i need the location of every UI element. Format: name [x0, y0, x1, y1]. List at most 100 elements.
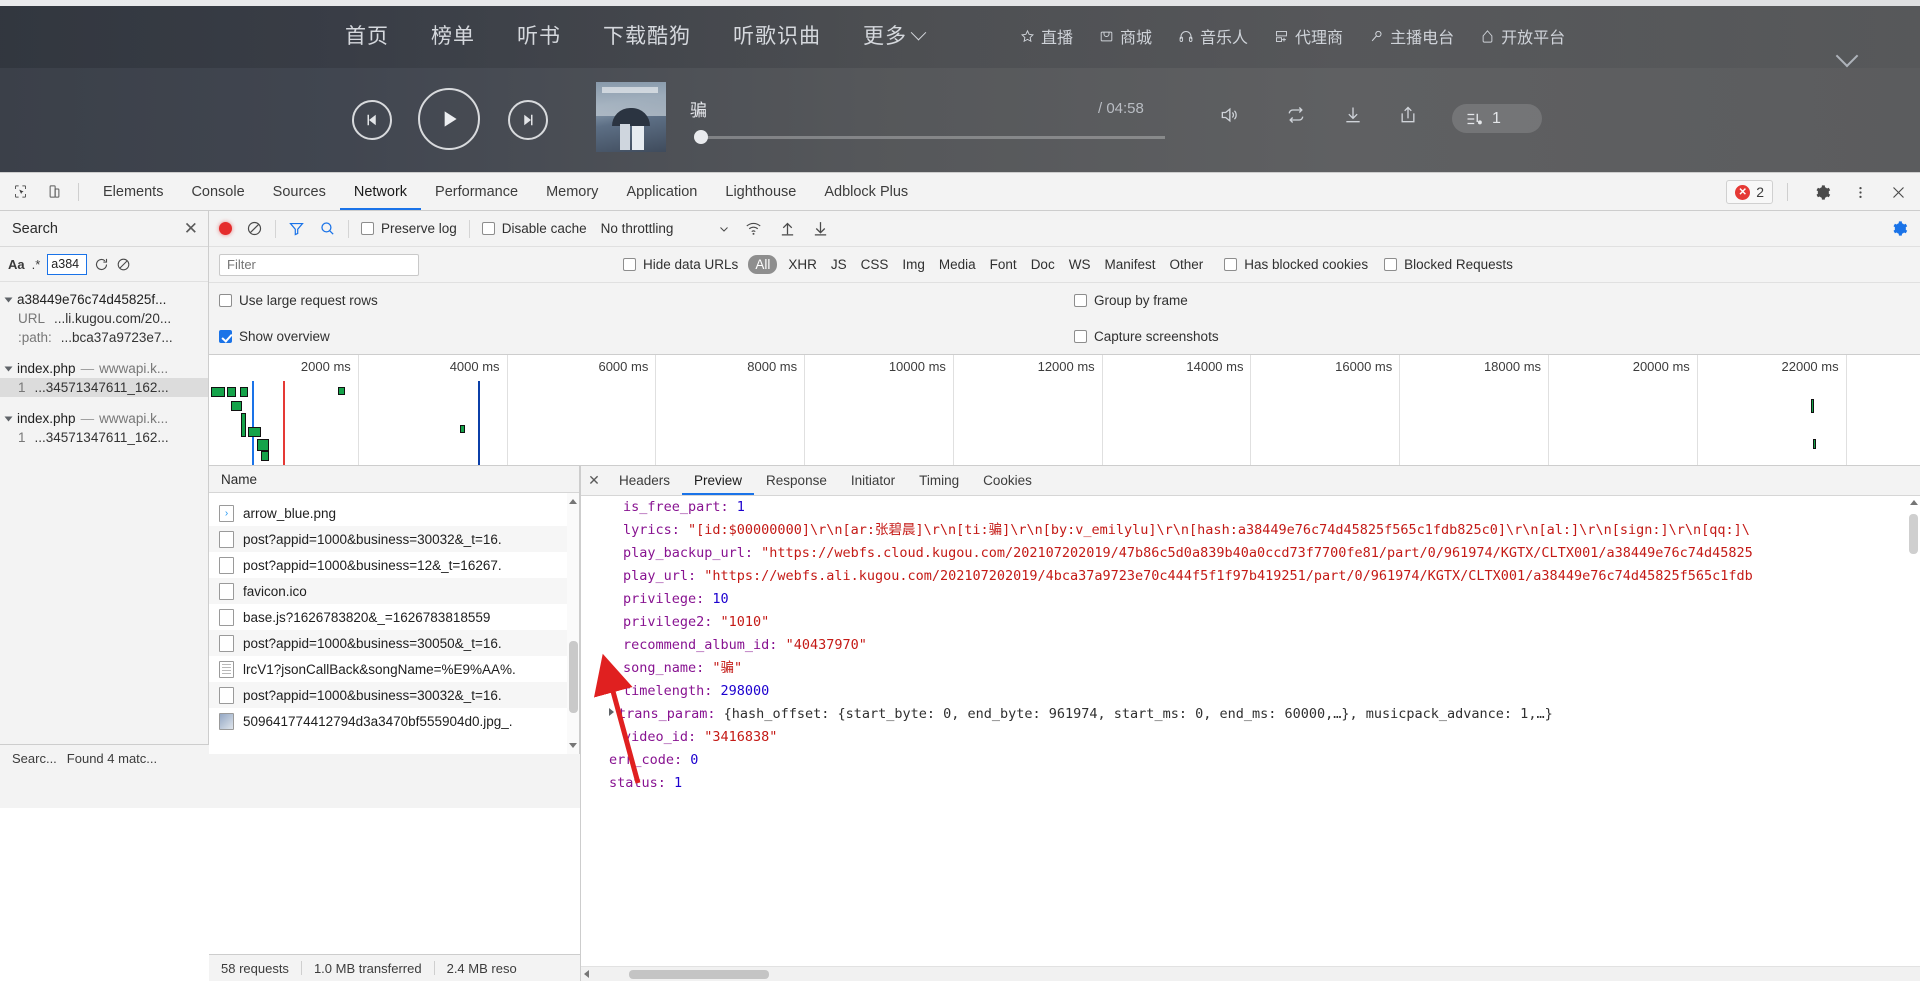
detail-tab-initiator[interactable]: Initiator [839, 466, 907, 495]
scroll-up-arrow-icon[interactable] [569, 499, 577, 504]
album-cover[interactable] [596, 82, 666, 152]
export-har-icon[interactable] [812, 220, 829, 237]
detail-tab-cookies[interactable]: Cookies [971, 466, 1044, 495]
detail-tab-timing[interactable]: Timing [907, 466, 971, 495]
use-large-rows-checkbox[interactable]: Use large request rows [219, 293, 378, 308]
network-settings-button[interactable] [1891, 220, 1908, 240]
filter-type-ws[interactable]: WS [1062, 255, 1098, 274]
filter-type-css[interactable]: CSS [854, 255, 896, 274]
filter-type-img[interactable]: Img [895, 255, 932, 274]
play-button[interactable] [418, 88, 480, 150]
request-row[interactable]: 509641774412794d3a3470bf555904d0.jpg_. [209, 708, 568, 734]
tab-adblock-plus[interactable]: Adblock Plus [810, 173, 922, 210]
record-button[interactable] [219, 222, 232, 235]
filter-type-manifest[interactable]: Manifest [1097, 255, 1162, 274]
filter-type-all[interactable]: All [748, 255, 778, 274]
disable-cache-checkbox[interactable]: Disable cache [481, 221, 587, 236]
nav-item-song-recognition[interactable]: 听歌识曲 [733, 20, 821, 50]
next-track-button[interactable] [508, 100, 548, 140]
error-count-badge[interactable]: ✕ 2 [1726, 180, 1773, 204]
nav-item-more[interactable]: 更多 [863, 20, 927, 50]
tab-performance[interactable]: Performance [421, 173, 532, 210]
requests-column-header[interactable]: Name [209, 466, 579, 493]
filter-type-doc[interactable]: Doc [1024, 255, 1062, 274]
detail-tab-headers[interactable]: Headers [607, 466, 682, 495]
requests-scrollbar[interactable] [567, 493, 579, 754]
filter-type-js[interactable]: JS [824, 255, 854, 274]
scrollbar-thumb[interactable] [569, 641, 578, 713]
inspect-element-button[interactable] [6, 178, 34, 206]
request-row[interactable]: base.js?1626783820&_=1626783818559 [209, 604, 568, 630]
download-button[interactable] [1343, 105, 1363, 130]
more-options-button[interactable] [1846, 178, 1874, 206]
progress-handle[interactable] [694, 130, 708, 144]
request-row[interactable]: post?appid=1000&business=12&_t=16267. [209, 552, 568, 578]
search-result-line[interactable]: :path: ...bca37a9723e7... [0, 328, 208, 347]
close-devtools-button[interactable] [1884, 178, 1912, 206]
nav-item-download[interactable]: 下载酷狗 [603, 20, 691, 50]
collapse-player-chevron-icon[interactable] [1836, 48, 1858, 60]
capture-screenshots-checkbox[interactable]: Capture screenshots [1074, 329, 1219, 344]
scroll-left-arrow-icon[interactable] [584, 970, 589, 978]
nav-item-home[interactable]: 首页 [345, 20, 389, 50]
preview-vertical-scrollbar[interactable] [1907, 496, 1920, 951]
clear-search-icon[interactable] [116, 257, 131, 272]
filter-type-other[interactable]: Other [1162, 255, 1210, 274]
tab-lighthouse[interactable]: Lighthouse [711, 173, 810, 210]
search-result-group[interactable]: index.php — wwwapi.k... [0, 409, 208, 428]
scroll-down-arrow-icon[interactable] [569, 743, 577, 748]
preserve-log-checkbox[interactable]: Preserve log [361, 221, 457, 236]
search-result-group[interactable]: a38449e76c74d45825f... [0, 290, 208, 309]
expand-triangle-icon[interactable] [609, 708, 614, 716]
request-row[interactable]: › arrow_blue.png [209, 500, 568, 526]
search-input[interactable] [47, 253, 88, 275]
search-result-group[interactable]: index.php — wwwapi.k... [0, 359, 208, 378]
filter-input[interactable] [219, 253, 419, 276]
preview-content[interactable]: is_free_part: 1 lyrics: "[id:$00000000]\r… [581, 496, 1920, 951]
has-blocked-cookies-checkbox[interactable]: Has blocked cookies [1224, 257, 1368, 272]
filter-type-xhr[interactable]: XHR [781, 255, 824, 274]
tab-console[interactable]: Console [177, 173, 258, 210]
search-result-line[interactable]: URL ...li.kugou.com/20... [0, 309, 208, 328]
request-row[interactable]: post?appid=1000&business=30032&_t=16. [209, 682, 568, 708]
search-icon[interactable] [319, 220, 336, 237]
request-row[interactable]: post?appid=1000&business=30050&_t=16. [209, 630, 568, 656]
close-search-icon[interactable]: ✕ [184, 219, 198, 239]
volume-button[interactable] [1218, 105, 1240, 130]
search-result-line[interactable]: 1 ...34571347611_162... [0, 378, 208, 397]
repeat-button[interactable] [1285, 105, 1307, 130]
search-result-line[interactable]: 1 ...34571347611_162... [0, 428, 208, 447]
close-detail-icon[interactable]: ✕ [581, 472, 607, 489]
detail-tab-preview[interactable]: Preview [682, 466, 754, 495]
nav-link-mall[interactable]: 商城 [1099, 24, 1152, 48]
filter-icon[interactable] [288, 220, 305, 237]
playlist-button[interactable]: 1 [1452, 104, 1542, 133]
clear-icon[interactable] [246, 220, 263, 237]
progress-bar[interactable] [700, 136, 1165, 139]
tab-memory[interactable]: Memory [532, 173, 612, 210]
blocked-requests-checkbox[interactable]: Blocked Requests [1384, 257, 1513, 272]
tab-application[interactable]: Application [612, 173, 711, 210]
tab-sources[interactable]: Sources [259, 173, 340, 210]
nav-item-audiobook[interactable]: 听书 [517, 20, 561, 50]
nav-item-ranking[interactable]: 榜单 [431, 20, 475, 50]
refresh-icon[interactable] [94, 257, 109, 272]
nav-link-live[interactable]: 直播 [1020, 24, 1073, 48]
request-row[interactable]: favicon.ico [209, 578, 568, 604]
import-har-icon[interactable] [779, 220, 796, 237]
filter-type-media[interactable]: Media [932, 255, 983, 274]
nav-link-agent[interactable]: 代理商 [1274, 24, 1343, 48]
scrollbar-thumb[interactable] [1909, 514, 1918, 554]
regex-toggle[interactable]: .* [32, 257, 41, 272]
throttling-select[interactable]: No throttling [601, 221, 731, 236]
detail-tab-response[interactable]: Response [754, 466, 839, 495]
nav-link-musician[interactable]: 音乐人 [1178, 24, 1248, 48]
request-row[interactable]: post?appid=1000&business=30032&_t=16. [209, 526, 568, 552]
scrollbar-thumb[interactable] [629, 970, 769, 979]
request-row[interactable]: lrcV1?jsonCallBack&songName=%E9%AA%. [209, 656, 568, 682]
tab-elements[interactable]: Elements [89, 173, 177, 210]
network-overview-timeline[interactable]: 2000 ms 4000 ms 6000 ms 8000 ms 10000 ms 1200… [209, 355, 1920, 466]
settings-button[interactable] [1808, 178, 1836, 206]
filter-type-font[interactable]: Font [983, 255, 1024, 274]
match-case-toggle[interactable]: Aa [8, 257, 25, 272]
